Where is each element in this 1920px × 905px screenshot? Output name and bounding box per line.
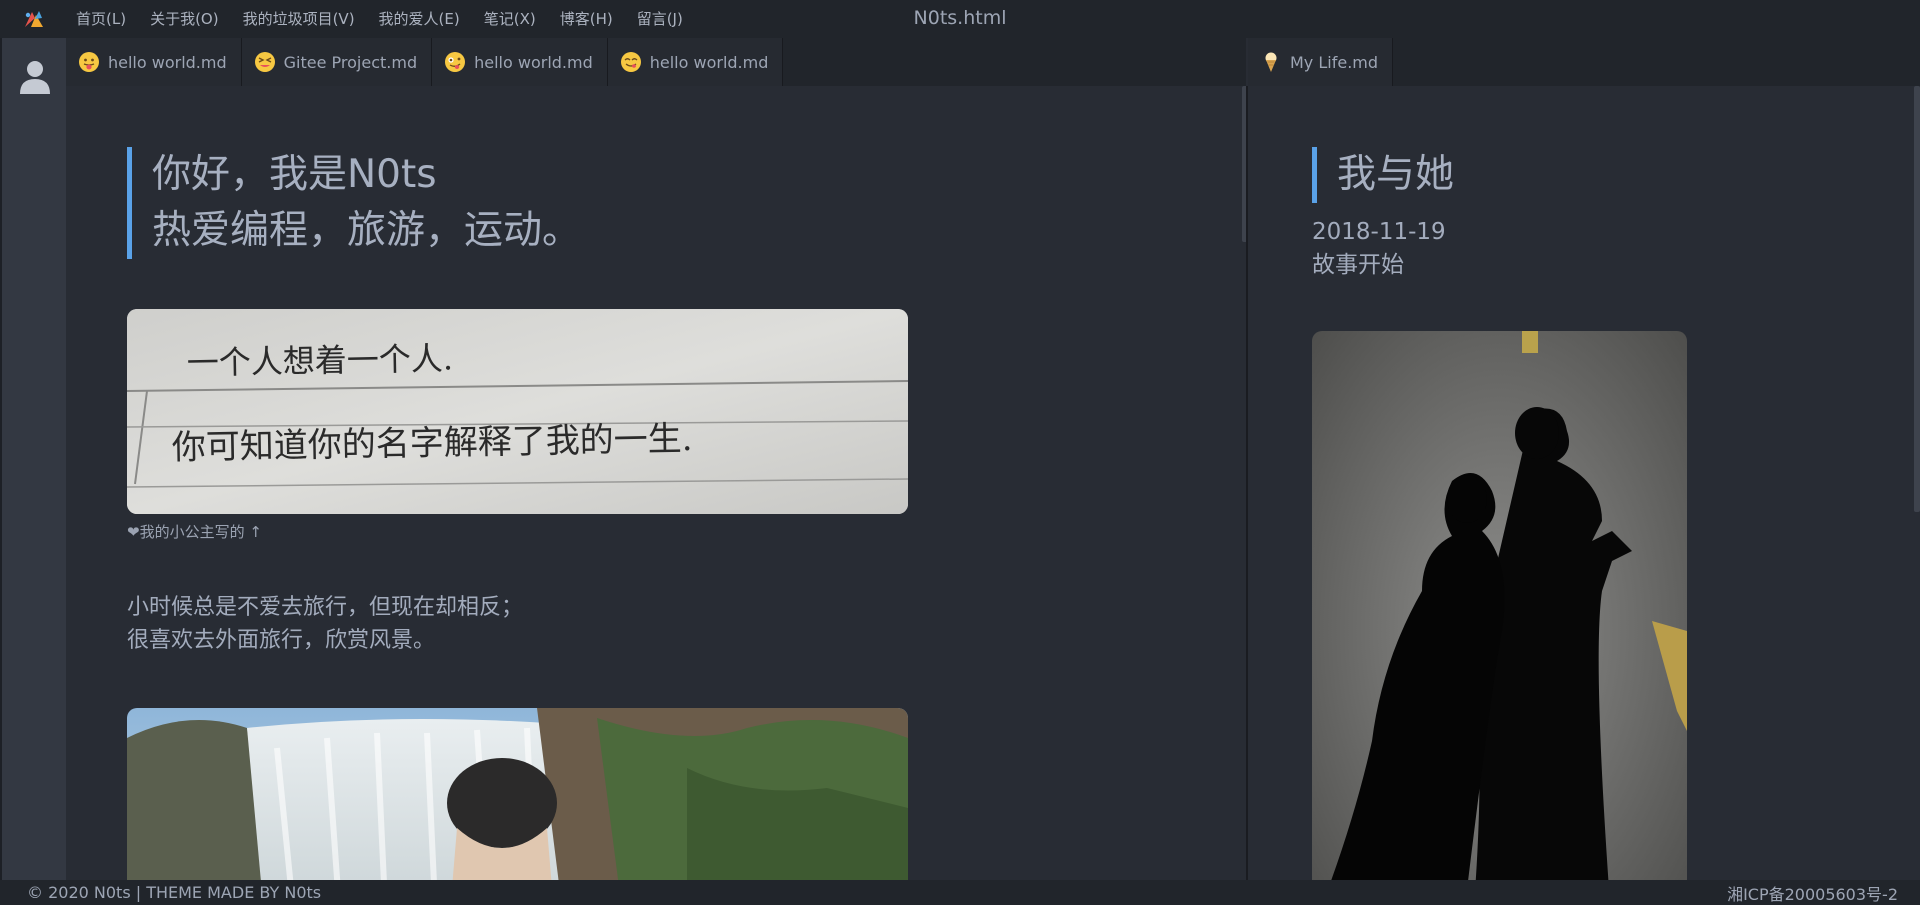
editor-pane-right[interactable]: 我与她 2018-11-19 故事开始 bbox=[1249, 86, 1920, 880]
editor-pane-left[interactable]: 你好，我是N0ts 热爱编程，旅游，运动。 一个人想着一个人. 你可知道你的名字… bbox=[66, 86, 1246, 880]
right-pane-scrollbar[interactable] bbox=[1914, 86, 1920, 512]
handwritten-note-drawing: 一个人想着一个人. 你可知道你的名字解释了我的一生. bbox=[127, 309, 908, 514]
activity-bar bbox=[0, 38, 66, 880]
life-date: 2018-11-19 bbox=[1312, 219, 1446, 245]
tab-label: My Life.md bbox=[1290, 52, 1379, 72]
status-bar: © 2020 N0ts | THEME MADE BY N0ts 湘ICP备20… bbox=[0, 880, 1920, 905]
tab-label: Gitee Project.md bbox=[283, 52, 418, 72]
menu-item-projects[interactable]: 我的垃圾项目(V) bbox=[231, 0, 367, 38]
menu-item-message[interactable]: 留言(J) bbox=[625, 0, 695, 38]
menu-item-home[interactable]: 首页(L) bbox=[68, 0, 138, 38]
life-title-blockquote: 我与她 bbox=[1312, 147, 1454, 203]
zany-emoji-icon bbox=[445, 52, 466, 72]
app-logo-icon[interactable] bbox=[0, 0, 68, 38]
ice-cream-icon bbox=[1265, 52, 1277, 72]
tab-hello-world-1[interactable]: hello world.md bbox=[66, 38, 242, 86]
tongue-out-emoji-icon bbox=[79, 52, 99, 72]
travel-paragraph: 小时候总是不爱去旅行，但现在却相反； 很喜欢去外面旅行，欣赏风景。 bbox=[127, 591, 523, 657]
tab-strip-left: hello world.md Gitee Project.md hello wo… bbox=[66, 38, 1246, 86]
tab-hello-world-3[interactable]: hello world.md bbox=[607, 38, 784, 86]
tab-strip-right: My Life.md bbox=[1248, 38, 1920, 86]
life-date-block: 2018-11-19 故事开始 bbox=[1312, 216, 1446, 282]
image-caption: ❤我的小公主写的 ↑ bbox=[127, 523, 262, 541]
intro-line-1: 你好，我是N0ts bbox=[152, 152, 437, 197]
travel-line-1: 小时候总是不爱去旅行，但现在却相反； bbox=[127, 595, 524, 620]
handwriting-line-1: 一个人想着一个人. bbox=[186, 339, 453, 382]
shadow-couple-photo bbox=[1312, 331, 1687, 880]
tab-hello-world-2[interactable]: hello world.md bbox=[432, 38, 608, 86]
pane-divider[interactable] bbox=[1246, 86, 1248, 880]
squint-emoji-icon bbox=[254, 52, 275, 72]
menu-item-about[interactable]: 关于我(O) bbox=[138, 0, 231, 38]
menu-bar: 首页(L) 关于我(O) 我的垃圾项目(V) 我的爱人(E) 笔记(X) 博客(… bbox=[0, 0, 1920, 38]
tab-label: hello world.md bbox=[474, 52, 593, 72]
intro-line-2: 热爱编程，旅游，运动。 bbox=[152, 208, 582, 253]
life-subtitle: 故事开始 bbox=[1312, 252, 1404, 278]
menu-item-notes[interactable]: 笔记(X) bbox=[472, 0, 548, 38]
menu-items: 首页(L) 关于我(O) 我的垃圾项目(V) 我的爱人(E) 笔记(X) 博客(… bbox=[68, 0, 695, 38]
waterfall-photo bbox=[127, 708, 908, 880]
tab-label: hello world.md bbox=[108, 52, 227, 72]
copyright-text: © 2020 N0ts | THEME MADE BY N0ts bbox=[27, 883, 322, 902]
intro-blockquote: 你好，我是N0ts 热爱编程，旅游，运动。 bbox=[127, 147, 581, 259]
yum-emoji-icon bbox=[620, 52, 641, 72]
tab-my-life[interactable]: My Life.md bbox=[1248, 38, 1394, 86]
avatar-user-icon[interactable] bbox=[19, 59, 51, 95]
handwritten-note-image: 一个人想着一个人. 你可知道你的名字解释了我的一生. bbox=[127, 309, 908, 514]
menu-item-blog[interactable]: 博客(H) bbox=[548, 0, 625, 38]
life-title: 我与她 bbox=[1337, 152, 1455, 197]
menu-item-lover[interactable]: 我的爱人(E) bbox=[367, 0, 472, 38]
icp-link[interactable]: 湘ICP备20005603号-2 bbox=[1727, 881, 1898, 905]
travel-line-2: 很喜欢去外面旅行，欣赏风景。 bbox=[127, 628, 436, 653]
tab-gitee-project[interactable]: Gitee Project.md bbox=[241, 38, 433, 86]
tab-label: hello world.md bbox=[649, 52, 769, 72]
